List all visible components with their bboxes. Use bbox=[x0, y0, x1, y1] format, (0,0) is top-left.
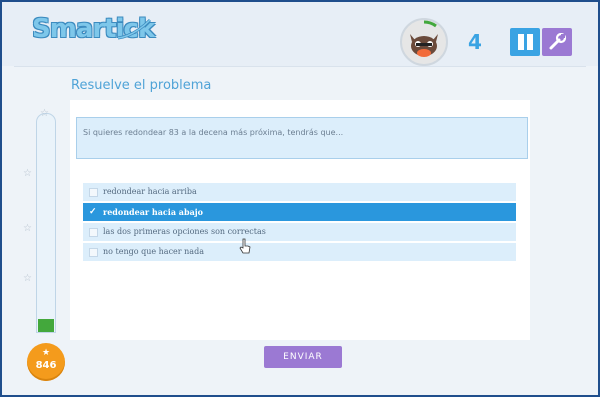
coin-balance: ★ 846 bbox=[27, 343, 65, 381]
option-checkbox[interactable] bbox=[89, 188, 98, 197]
option-label: redondear hacia arriba bbox=[103, 187, 197, 196]
checkmark-icon: ✓ bbox=[89, 207, 97, 217]
wrench-icon bbox=[549, 33, 567, 50]
option-checkbox[interactable] bbox=[89, 228, 98, 237]
star-icon: ☆ bbox=[23, 168, 32, 179]
option-label: las dos primeras opciones son correctas bbox=[103, 227, 266, 236]
avatar-character-icon bbox=[410, 20, 438, 57]
exercise-title: Resuelve el problema bbox=[71, 78, 212, 93]
header: Smartick 4 bbox=[2, 2, 598, 66]
answer-option[interactable]: las dos primeras opciones son correctas bbox=[83, 223, 516, 241]
answer-option[interactable]: redondear hacia arriba bbox=[83, 183, 516, 201]
coin-count: 846 bbox=[35, 360, 57, 371]
score-counter: 4 bbox=[468, 30, 482, 54]
option-label: no tengo que hacer nada bbox=[103, 247, 204, 256]
star-icon: ☆ bbox=[23, 223, 32, 234]
answer-option-selected[interactable]: ✓ redondear hacia abajo bbox=[83, 203, 516, 221]
settings-button[interactable] bbox=[542, 28, 572, 56]
option-label: redondear hacia abajo bbox=[103, 207, 203, 217]
avatar[interactable] bbox=[400, 18, 448, 66]
header-divider bbox=[14, 66, 586, 67]
star-icon: ★ bbox=[41, 348, 51, 358]
star-icon: ☆ bbox=[40, 108, 49, 119]
answer-options: redondear hacia arriba ✓ redondear hacia… bbox=[83, 183, 516, 263]
option-checkbox[interactable] bbox=[89, 248, 98, 257]
cursor-icon bbox=[239, 238, 251, 254]
answer-option[interactable]: no tengo que hacer nada bbox=[83, 243, 516, 261]
logo-swoosh-icon bbox=[117, 18, 152, 40]
star-icon: ☆ bbox=[23, 273, 32, 284]
pause-button[interactable] bbox=[510, 28, 540, 56]
progress-fill bbox=[38, 319, 54, 332]
submit-button[interactable]: ENVIAR bbox=[264, 346, 342, 368]
progress-bar bbox=[36, 113, 56, 333]
problem-statement: Si quieres redondear 83 a la decena más … bbox=[76, 117, 528, 159]
